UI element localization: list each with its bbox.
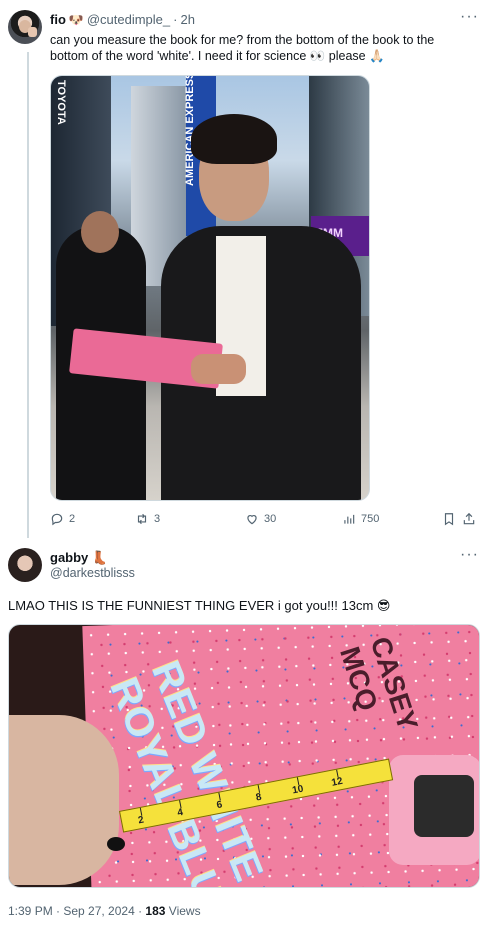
tweet-header: fio 🐶 @cutedimple_ · 2h	[50, 12, 195, 27]
views-count: 183	[145, 904, 166, 918]
avatar[interactable]	[8, 548, 42, 582]
tweet-header: gabby 👢 @darkestblisss	[50, 550, 135, 580]
more-options-icon[interactable]: ···	[460, 8, 479, 26]
tweet-reply: gabby 👢 @darkestblisss ··· LMAO THIS IS …	[0, 538, 497, 930]
retweet-icon	[137, 513, 147, 525]
share-button[interactable]	[462, 512, 476, 526]
retweet-button[interactable]: 3	[135, 512, 160, 526]
retweet-count: 3	[154, 513, 161, 525]
photo-person-hair	[191, 114, 277, 164]
tweet-original: fio 🐶 @cutedimple_ · 2h ··· can you meas…	[0, 0, 497, 538]
tweet-photo[interactable]: AMERICAN EXPRESS EMM TOYOTA	[50, 75, 370, 501]
share-icon	[463, 512, 475, 525]
bookmark-icon	[444, 513, 454, 526]
photo-finger	[9, 715, 119, 885]
separator: ·	[173, 12, 178, 27]
tweet-datetime[interactable]: 1:39 PM · Sep 27, 2024 ·	[8, 904, 145, 918]
heart-icon	[247, 515, 257, 525]
ruler-number: 8	[255, 791, 263, 804]
ruler-number: 2	[137, 814, 145, 827]
reply-button[interactable]: 2	[50, 512, 75, 526]
user-handle[interactable]: @darkestblisss	[50, 566, 135, 580]
ruler-number: 12	[330, 775, 344, 789]
like-count: 30	[264, 513, 277, 525]
name-emoji: 🐶	[68, 12, 84, 27]
photo-tape-face	[414, 775, 474, 837]
bookmark-button[interactable]	[442, 512, 456, 526]
name-emoji: 👢	[91, 550, 109, 565]
views-label: Views	[165, 904, 201, 918]
ruler-number: 4	[176, 806, 185, 819]
tweet-text: can you measure the book for me? from th…	[50, 33, 435, 63]
ruler-number: 10	[291, 783, 305, 797]
reply-count: 2	[69, 513, 76, 525]
photo-hand	[191, 354, 246, 384]
display-name[interactable]: gabby	[50, 550, 88, 565]
analytics-icon	[344, 514, 355, 524]
avatar[interactable]	[8, 10, 42, 44]
photo-fingernail	[107, 837, 125, 851]
photo-banner-text: AMERICAN EXPRESS	[184, 75, 196, 186]
user-handle[interactable]: @cutedimple_	[87, 12, 170, 27]
tweet-photo[interactable]: RED WHITE ROYAL BLUE CASEY MCQ 2 4 6 8 1…	[8, 624, 480, 888]
avatar-hand	[28, 27, 37, 37]
more-options-icon[interactable]: ···	[460, 546, 479, 564]
tweet-text: LMAO THIS IS THE FUNNIEST THING EVER i g…	[8, 598, 391, 613]
tweet-meta: 1:39 PM · Sep 27, 2024 · 183 Views	[8, 904, 201, 918]
thread-line	[27, 52, 29, 538]
tweet-actions: 2 3 30 750	[50, 512, 475, 530]
reply-icon	[51, 513, 63, 526]
like-button[interactable]: 30	[245, 512, 276, 526]
display-name[interactable]: fio	[50, 12, 66, 27]
view-count: 750	[361, 513, 380, 525]
views-button[interactable]: 750	[342, 512, 379, 526]
timestamp[interactable]: 2h	[180, 12, 194, 27]
ruler-number: 6	[215, 799, 224, 812]
photo-sign-left: TOYOTA	[55, 80, 67, 125]
photo-guard-head	[81, 211, 119, 253]
